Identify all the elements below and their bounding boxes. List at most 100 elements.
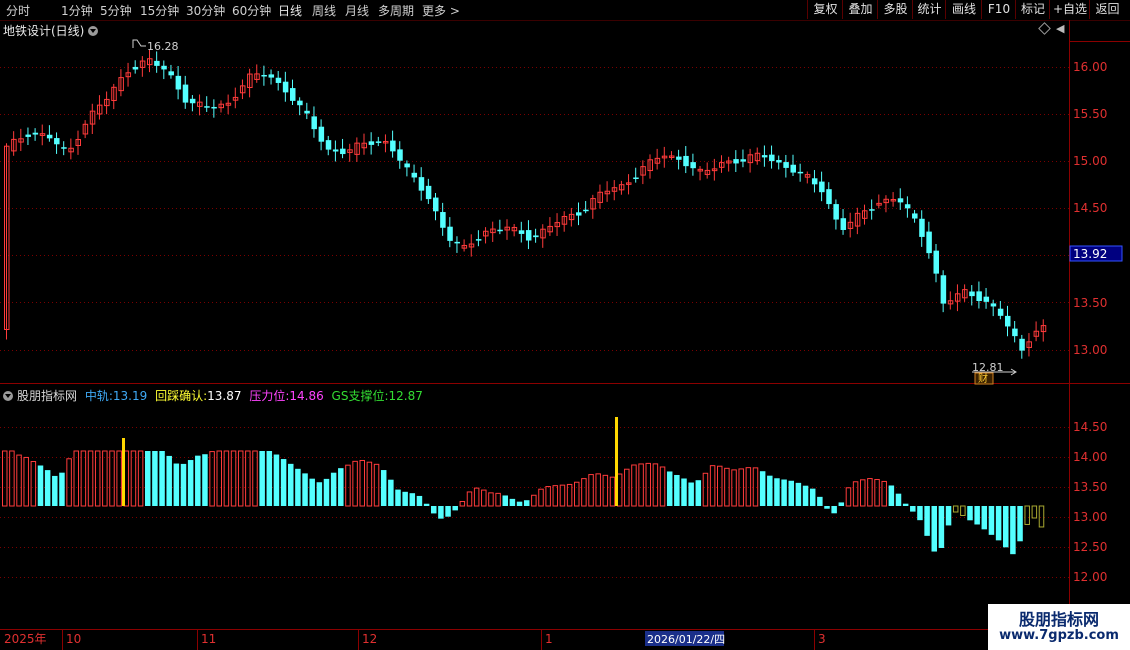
indicator-bar-up: [9, 450, 15, 507]
indicator-bar-up: [87, 450, 94, 507]
support-value: 12.87: [388, 389, 423, 403]
time-label-year: 2025年: [4, 632, 47, 646]
indicator-bar-up: [867, 478, 873, 507]
finance-event-label: 财: [978, 372, 988, 385]
candle-body-down: [733, 159, 739, 164]
indicator-bar-up: [709, 465, 716, 507]
candle-body-down: [397, 149, 403, 161]
indicator-bar-down: [402, 491, 408, 506]
indicator-bar-up: [702, 472, 709, 507]
indicator-bar-down: [37, 465, 44, 506]
indicator-bar-up: [345, 464, 351, 507]
indicator-bar-down: [888, 485, 895, 506]
candle-body-down: [761, 155, 768, 158]
candle-body-down: [740, 159, 746, 162]
indicator-bar-down: [180, 463, 187, 506]
indicator-bar-down: [388, 479, 394, 506]
price-tick-label: 15.50: [1073, 107, 1107, 121]
indicator-bar-down: [817, 496, 823, 506]
candle-body-down: [454, 241, 460, 244]
candle-body-down: [261, 74, 267, 77]
candle-body-down: [61, 147, 67, 149]
indicator-bar-up: [531, 494, 537, 507]
candle-body-down: [919, 218, 925, 237]
indicator-bar-up: [559, 484, 566, 507]
candle-body-down: [54, 138, 60, 145]
indicator-bar-series: [2, 417, 1045, 555]
candle-body-down: [997, 308, 1004, 316]
indicator-bar-up: [552, 485, 559, 507]
indicator-bar-down: [931, 506, 937, 552]
watermark-title: 股朋指标网: [1018, 610, 1099, 629]
indicator-bar-down: [902, 503, 909, 506]
candle-body-down: [1005, 315, 1011, 327]
indicator-bar-down: [309, 478, 315, 506]
indicator-bar-up: [216, 450, 222, 507]
indicator-bar-olive: [1038, 505, 1045, 528]
candle-body-down: [297, 100, 303, 106]
candle-body-down: [132, 66, 139, 70]
candle-body-down: [811, 178, 818, 185]
price-tick-label: 15.00: [1073, 154, 1107, 168]
candle-body-down: [161, 65, 167, 70]
candle-body-down: [440, 212, 446, 228]
indicator-bar-down: [759, 471, 766, 506]
candle-body-down: [869, 209, 875, 211]
candle-body-down: [433, 197, 439, 212]
candle-body-down: [990, 303, 997, 307]
indicator-bar-up: [459, 500, 466, 507]
indicator-bar-down: [431, 506, 437, 514]
indicator-bar-down: [195, 455, 201, 506]
indicator-bar-up: [538, 488, 544, 507]
indicator-bar-up: [252, 450, 258, 507]
indicator-bar-up: [473, 487, 480, 507]
indicator-bar-up: [102, 450, 108, 507]
candle-body-down: [1012, 328, 1018, 337]
indicator-bar-up: [852, 481, 859, 507]
indicator-bar-down: [1010, 506, 1016, 555]
indicator-bar-up: [30, 461, 37, 507]
indicator-bar-down: [416, 495, 423, 506]
candle-body-down: [690, 162, 696, 169]
indicator-bar-up: [366, 461, 373, 507]
indicator-bar-down: [824, 506, 830, 509]
support-label: GS支撑位:: [331, 389, 389, 403]
indicator-bar-up: [230, 450, 237, 507]
indicator-bar-down: [681, 478, 687, 506]
indicator-bar-down: [1003, 506, 1009, 548]
indicator-tick-label: 12.50: [1073, 540, 1107, 554]
indicator-bar-olive: [1024, 505, 1030, 525]
mid-line-label: 中轨:: [84, 389, 113, 403]
candle-body-down: [676, 156, 682, 160]
signal-bar-yellow: [122, 438, 125, 506]
candle-body-down: [826, 189, 832, 205]
indicator-tick-label: 12.00: [1073, 570, 1107, 584]
indicator-bar-down: [1017, 506, 1023, 542]
indicator-bar-down: [781, 479, 787, 506]
indicator-bar-down: [688, 482, 694, 506]
candle-body-down: [332, 149, 339, 152]
indicator-bar-olive: [952, 505, 959, 513]
indicator-bar-up: [652, 463, 659, 507]
mid-line-value: 13.19: [112, 389, 148, 403]
candle-body-down: [790, 164, 796, 173]
indicator-bar-down: [338, 468, 344, 506]
indicator-dropdown-icon[interactable]: [3, 390, 13, 401]
indicator-bar-up: [209, 451, 215, 507]
indicator-bar-down: [838, 502, 845, 506]
candle-body-down: [168, 71, 174, 76]
candle-body-down: [904, 204, 911, 209]
candle-body-down: [182, 84, 189, 103]
indicator-bar-down: [302, 473, 308, 506]
time-label: 10: [66, 632, 81, 646]
resistance-label: 压力位:: [249, 389, 290, 403]
indicator-bar-down: [445, 506, 451, 517]
watermark-logo: 股朋指标网 www.7gpzb.com: [988, 604, 1130, 650]
indicator-bar-up: [116, 450, 122, 507]
indicator-tick-label: 13.00: [1073, 510, 1107, 524]
candle-body-down: [926, 231, 932, 254]
indicator-bar-up: [66, 458, 72, 507]
indicator-bar-up: [752, 467, 759, 507]
indicator-bar-up: [130, 450, 137, 507]
indicator-bar-up: [488, 492, 494, 507]
